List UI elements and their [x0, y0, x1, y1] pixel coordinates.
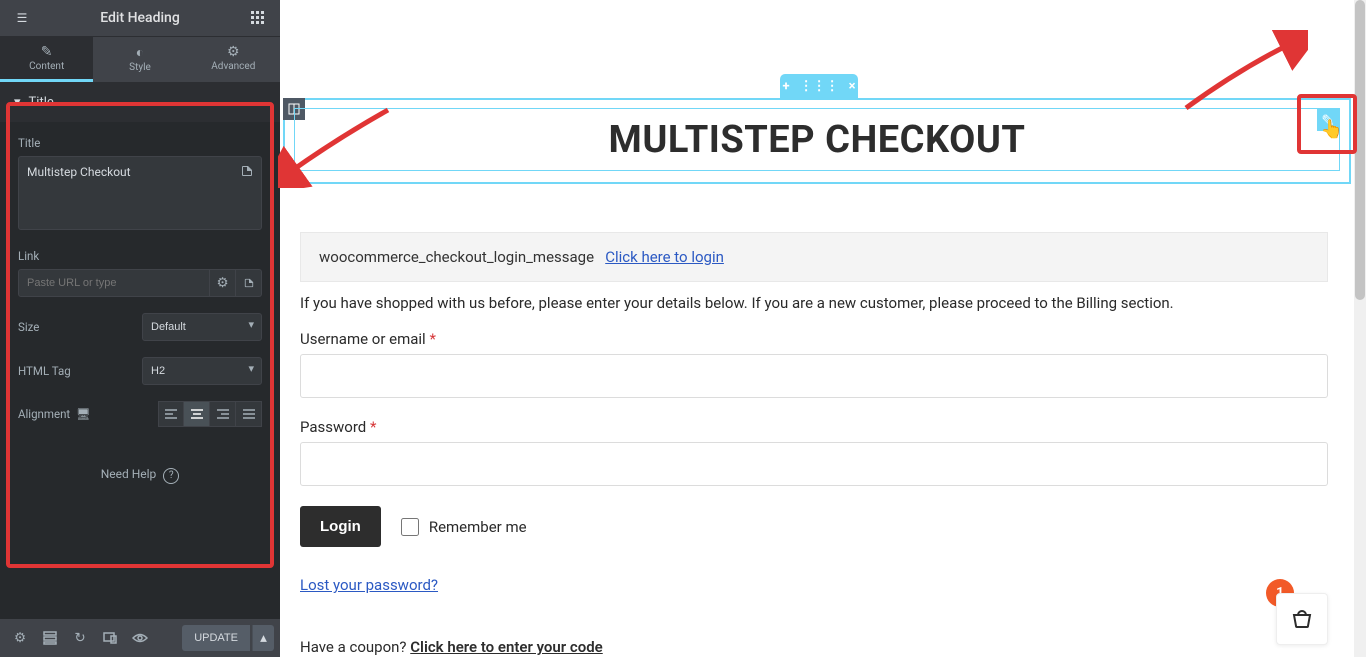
- username-label: Username or email *: [300, 330, 1328, 348]
- align-center-button[interactable]: [184, 401, 210, 427]
- tab-content-label: Content: [29, 61, 64, 72]
- section-title-header[interactable]: ▾ Title: [0, 82, 280, 122]
- alignment-buttons: [158, 401, 262, 427]
- username-input[interactable]: [300, 354, 1328, 398]
- panel-title: Edit Heading: [36, 10, 244, 26]
- caret-down-icon: ▾: [14, 95, 21, 110]
- cart-button[interactable]: [1276, 593, 1328, 645]
- apps-icon[interactable]: [244, 4, 272, 32]
- scrollbar[interactable]: [1354, 0, 1366, 657]
- tab-advanced-label: Advanced: [211, 61, 255, 72]
- pencil-icon: ✎: [41, 44, 53, 60]
- align-justify-button[interactable]: [236, 401, 262, 427]
- instructions-text: If you have shopped with us before, plea…: [300, 294, 1328, 312]
- link-label: Link: [18, 249, 262, 263]
- menu-icon[interactable]: ☰: [8, 4, 36, 32]
- checkout-content: woocommerce_checkout_login_message Click…: [300, 232, 1328, 656]
- panel-header: ☰ Edit Heading: [0, 0, 280, 36]
- update-button[interactable]: UPDATE: [182, 625, 250, 651]
- edit-section-button[interactable]: ⋮⋮⋮: [800, 79, 839, 94]
- panel-footer: ⚙ ↻ UPDATE ▴: [0, 619, 280, 657]
- edit-widget-button[interactable]: ✎ 👆: [1317, 109, 1339, 131]
- align-right-button[interactable]: [210, 401, 236, 427]
- link-options-button[interactable]: ⚙: [210, 269, 236, 297]
- section-toolbar: + ⋮⋮⋮ ×: [780, 74, 858, 98]
- heading-widget-frame[interactable]: MULTISTEP CHECKOUT ✎ 👆: [294, 108, 1340, 171]
- remember-me-checkbox[interactable]: [401, 518, 419, 536]
- remember-me-label[interactable]: Remember me: [401, 518, 527, 536]
- login-button[interactable]: Login: [300, 506, 381, 547]
- size-select[interactable]: Default: [142, 313, 262, 341]
- navigator-button[interactable]: [36, 624, 64, 652]
- link-input[interactable]: [18, 269, 210, 297]
- tab-style[interactable]: ◐ Style: [93, 37, 186, 82]
- tab-style-label: Style: [129, 62, 151, 73]
- contrast-icon: ◐: [136, 44, 144, 61]
- controls-container: Title Link ⚙ Size Default: [0, 122, 280, 498]
- coupon-link[interactable]: Click here to enter your code: [410, 638, 602, 656]
- add-section-button[interactable]: +: [783, 79, 790, 94]
- scrollbar-thumb[interactable]: [1355, 0, 1365, 300]
- size-label: Size: [18, 320, 39, 334]
- login-banner-hook: woocommerce_checkout_login_message: [319, 248, 594, 266]
- responsive-button[interactable]: [96, 624, 124, 652]
- title-textarea[interactable]: [18, 156, 262, 230]
- lost-password-link[interactable]: Lost your password?: [300, 576, 438, 594]
- canvas: + ⋮⋮⋮ × MULTISTEP CHECKOUT ✎ 👆 woocommer…: [280, 0, 1354, 657]
- htmltag-select[interactable]: H2: [142, 357, 262, 385]
- heading-text: MULTISTEP CHECKOUT: [609, 118, 1026, 162]
- link-dynamic-button[interactable]: [236, 269, 262, 297]
- desktop-icon: 🖥: [76, 407, 91, 421]
- settings-button[interactable]: ⚙: [6, 624, 34, 652]
- login-link[interactable]: Click here to login: [605, 248, 724, 266]
- tab-advanced[interactable]: ⚙ Advanced: [187, 37, 280, 82]
- help-icon: ?: [163, 468, 179, 484]
- history-button[interactable]: ↻: [66, 624, 94, 652]
- editor-panel: ☰ Edit Heading ✎ Content ◐ Style ⚙ Advan…: [0, 0, 280, 657]
- htmltag-label: HTML Tag: [18, 364, 71, 378]
- alignment-label: Alignment 🖥: [18, 407, 91, 421]
- section-title-label: Title: [29, 95, 54, 110]
- preview-button[interactable]: [126, 624, 154, 652]
- tab-content[interactable]: ✎ Content: [0, 37, 93, 82]
- gear-icon: ⚙: [227, 44, 240, 60]
- help-link[interactable]: Need Help ?: [18, 467, 262, 484]
- login-banner: woocommerce_checkout_login_message Click…: [300, 232, 1328, 282]
- align-left-button[interactable]: [158, 401, 184, 427]
- cursor-icon: 👆: [1321, 119, 1343, 140]
- title-label: Title: [18, 136, 262, 150]
- panel-tabs: ✎ Content ◐ Style ⚙ Advanced: [0, 36, 280, 82]
- update-options-button[interactable]: ▴: [252, 625, 274, 651]
- delete-section-button[interactable]: ×: [849, 79, 856, 94]
- dynamic-tags-button[interactable]: [236, 160, 258, 182]
- password-label: Password *: [300, 418, 1328, 436]
- password-input[interactable]: [300, 442, 1328, 486]
- coupon-message: Have a coupon? Click here to enter your …: [300, 638, 1328, 656]
